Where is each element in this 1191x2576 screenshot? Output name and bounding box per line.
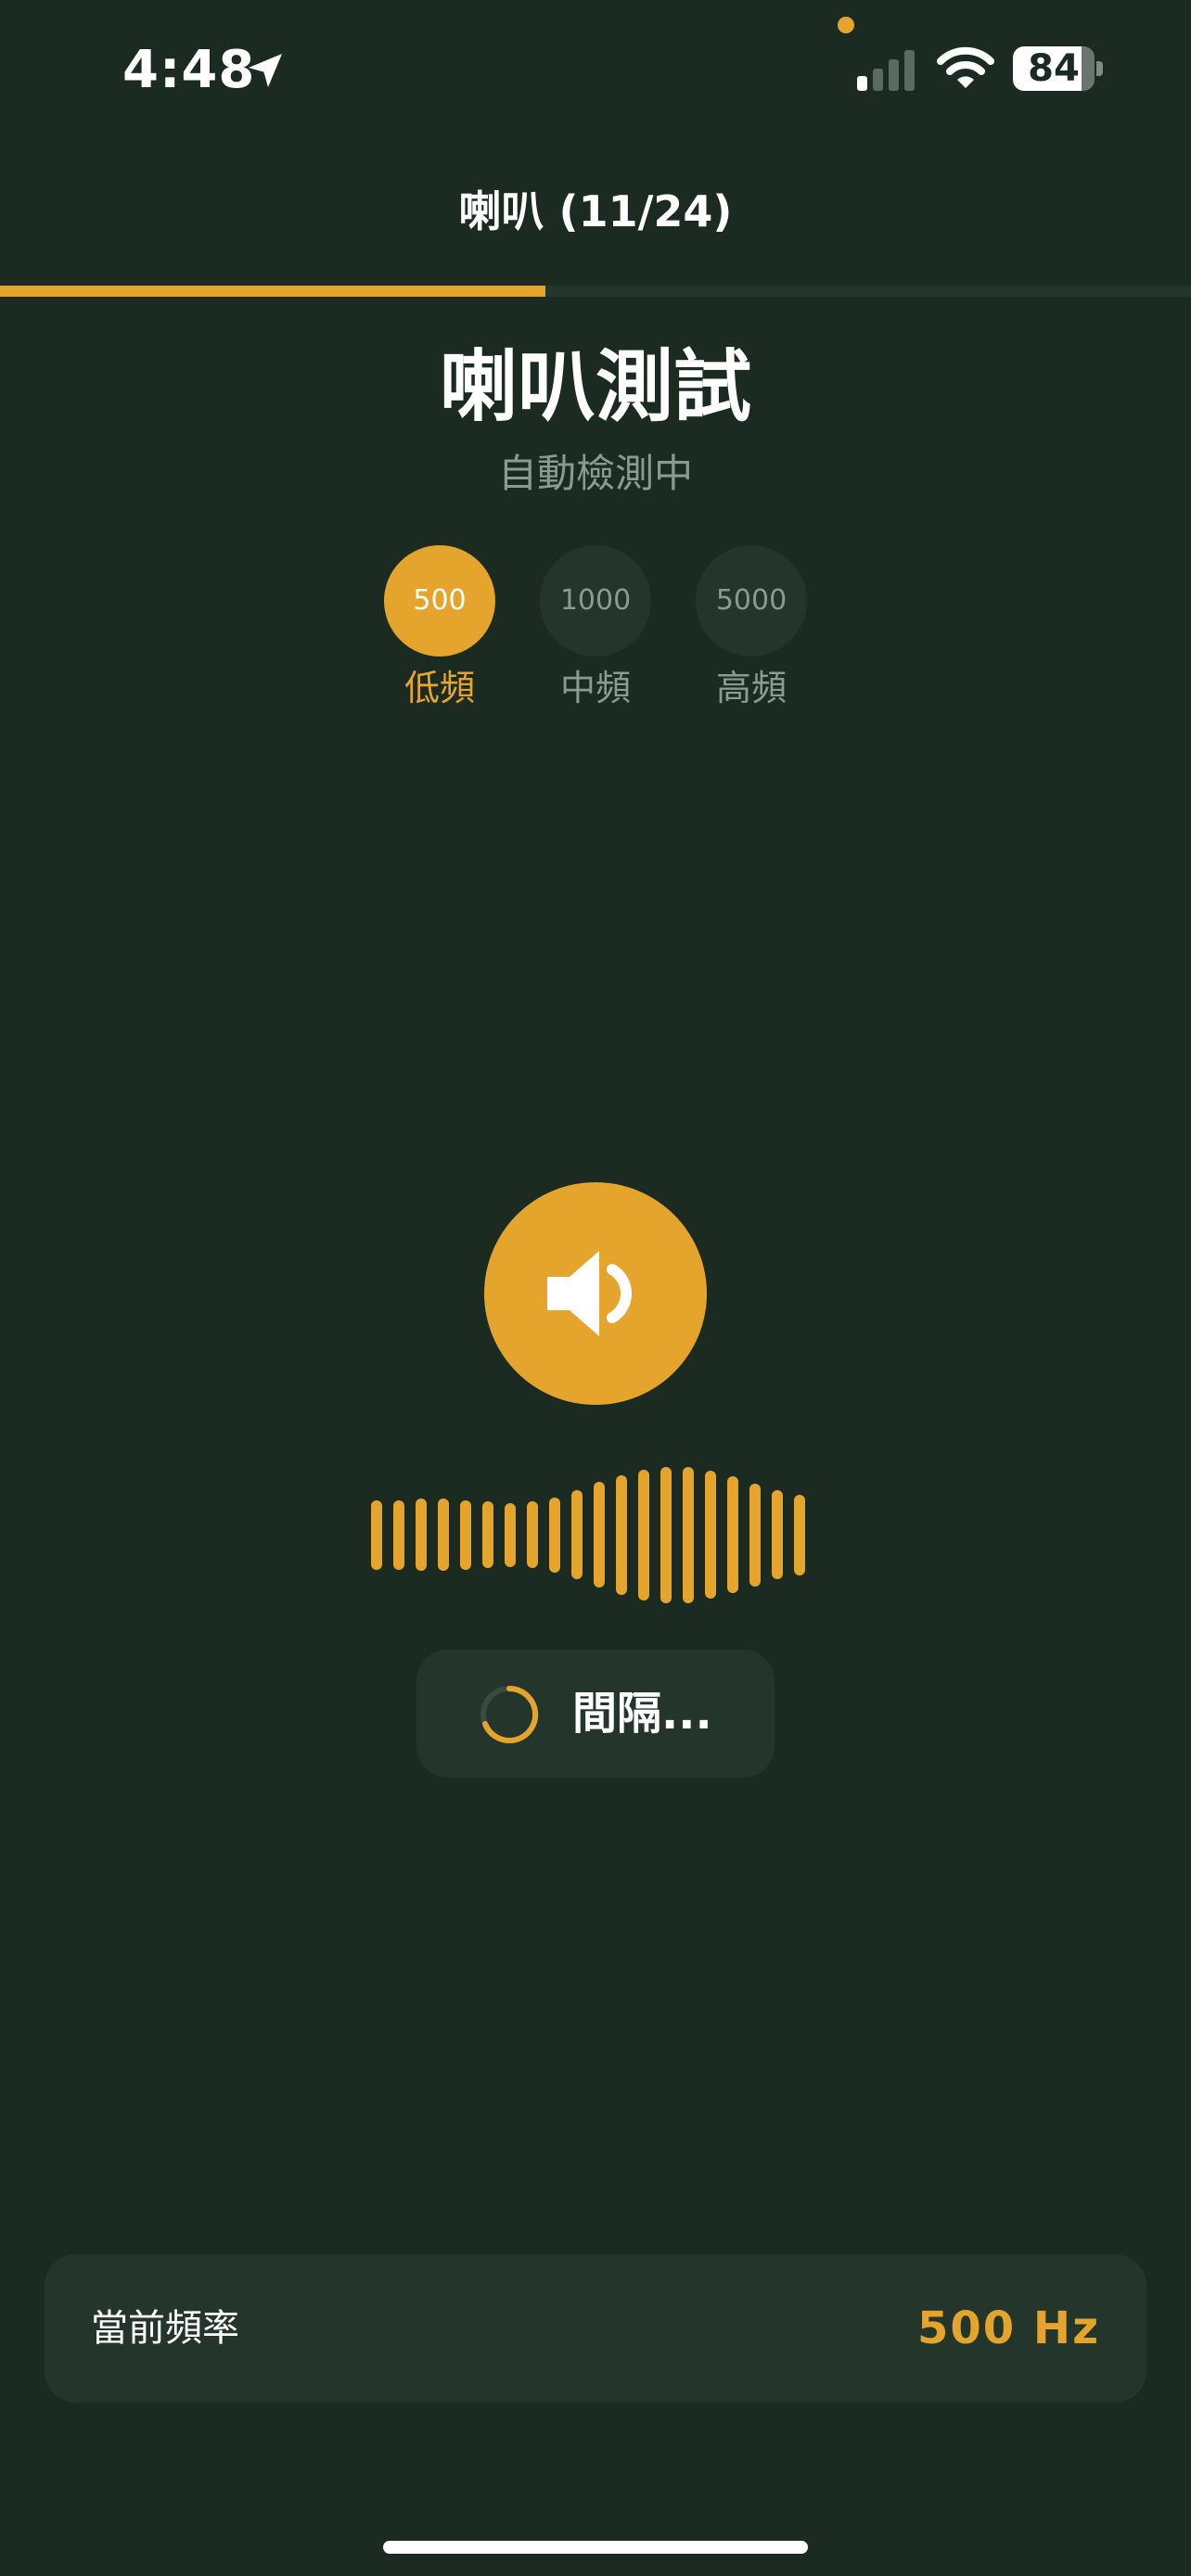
loading-spinner-icon [480, 1685, 539, 1743]
frequency-option-high[interactable]: 5000 高頻 [673, 545, 829, 712]
frequency-value: 5000 [696, 545, 807, 657]
waveform-bar [660, 1467, 672, 1603]
wifi-icon [937, 46, 994, 88]
waveform-bar [594, 1482, 605, 1588]
waveform-bar [460, 1500, 471, 1570]
waveform-bar [794, 1495, 805, 1575]
waveform-bar [571, 1490, 583, 1579]
nav-title: 喇叭 (11/24) [458, 186, 733, 236]
location-arrow-icon [249, 54, 282, 87]
waveform-bar [549, 1498, 560, 1573]
home-indicator [383, 2541, 808, 2554]
microphone-in-use-indicator [838, 17, 854, 33]
cellular-signal-icon [857, 50, 915, 91]
frequency-value: 1000 [540, 545, 651, 657]
waveform-bar [416, 1498, 427, 1571]
waveform-bar [638, 1470, 649, 1600]
waveform-bar [505, 1503, 516, 1567]
waveform-bar [527, 1501, 538, 1568]
waveform-bar [772, 1490, 783, 1579]
frequency-label: 高頻 [715, 668, 787, 708]
status-pill: 間隔... [416, 1650, 775, 1778]
current-frequency-card: 當前頻率 500 Hz [45, 2254, 1146, 2403]
waveform-bar [616, 1475, 627, 1595]
waveform-bar [393, 1500, 404, 1570]
page-subtitle: 自動檢測中 [497, 451, 693, 496]
test-progress-fill [0, 286, 546, 297]
speaker-volume-icon [547, 1251, 633, 1336]
waveform-bar [749, 1484, 761, 1587]
status-time: 4:48 [122, 40, 256, 100]
status-text: 間隔... [572, 1688, 712, 1740]
waveform-bar [683, 1467, 694, 1603]
waveform-bar [482, 1501, 493, 1568]
waveform-bar [438, 1498, 449, 1571]
waveform-bar [705, 1471, 716, 1599]
page-title: 喇叭測試 [439, 341, 751, 432]
battery-level: 84 [1028, 47, 1080, 90]
waveform-bar [727, 1476, 738, 1593]
frequency-label: 中頻 [559, 668, 631, 708]
frequency-option-mid[interactable]: 1000 中頻 [518, 545, 673, 712]
frequency-selector: 500 低頻 1000 中頻 5000 高頻 [0, 545, 1191, 712]
play-tone-button[interactable] [484, 1182, 707, 1405]
current-frequency-label: 當前頻率 [91, 2307, 239, 2350]
status-bar: 4:48 84 [0, 0, 1191, 139]
current-frequency-value: 500 Hz [916, 2302, 1100, 2354]
audio-waveform [371, 1465, 820, 1604]
frequency-option-low[interactable]: 500 低頻 [362, 545, 518, 712]
waveform-bar [371, 1500, 382, 1570]
battery-indicator: 84 [1013, 46, 1106, 91]
test-progress-bar [0, 286, 1191, 297]
frequency-value: 500 [384, 545, 495, 657]
frequency-label: 低頻 [403, 668, 475, 708]
